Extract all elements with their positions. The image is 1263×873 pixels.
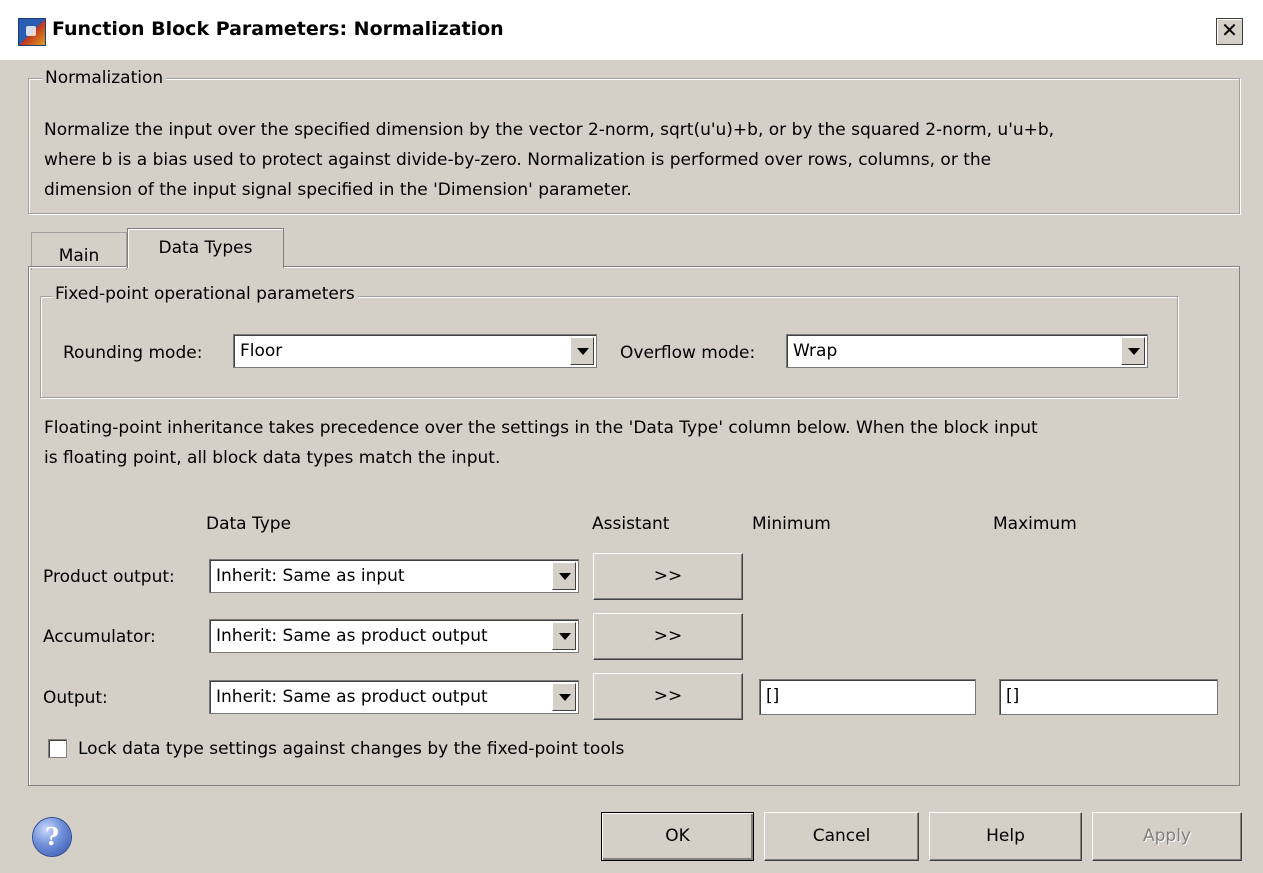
chevron-down-icon[interactable]: [552, 683, 576, 711]
header-maximum: Maximum: [993, 514, 1077, 534]
rounding-mode-select[interactable]: Floor: [233, 334, 597, 368]
assistant-button-label: >>: [653, 566, 683, 586]
tab-main-label: Main: [58, 246, 100, 266]
assistant-button-label: >>: [653, 626, 683, 646]
chevron-down-icon[interactable]: [1121, 337, 1145, 365]
assistant-button-label: >>: [653, 686, 683, 706]
overflow-mode-label: Overflow mode:: [620, 343, 756, 363]
overflow-mode-select[interactable]: Wrap: [786, 334, 1148, 368]
output-maximum-input[interactable]: []: [999, 679, 1218, 715]
rounding-mode-label: Rounding mode:: [63, 343, 203, 363]
inheritance-note: Floating-point inheritance takes precede…: [44, 413, 1224, 473]
inheritance-note-line: is floating point, all block data types …: [44, 448, 501, 468]
apply-button[interactable]: Apply: [1092, 812, 1242, 861]
output-maximum-value: []: [1006, 686, 1020, 706]
description-line: dimension of the input signal specified …: [44, 180, 632, 200]
cancel-button[interactable]: Cancel: [764, 812, 919, 861]
close-button[interactable]: ✕: [1216, 18, 1243, 45]
row-label-product-output: Product output:: [43, 567, 175, 587]
accumulator-data-type-select[interactable]: Inherit: Same as product output: [209, 619, 579, 653]
lock-data-type-label[interactable]: Lock data type settings against changes …: [78, 739, 624, 759]
accumulator-data-type-value: Inherit: Same as product output: [216, 626, 488, 646]
product-output-data-type-value: Inherit: Same as input: [216, 566, 405, 586]
help-button[interactable]: Help: [929, 812, 1082, 861]
help-button-label: Help: [986, 826, 1025, 846]
simulink-block-icon: [18, 18, 46, 46]
description-line: where b is a bias used to protect agains…: [44, 150, 992, 170]
product-output-assistant-button[interactable]: >>: [593, 553, 743, 600]
title-bar: Function Block Parameters: Normalization…: [0, 0, 1263, 60]
apply-button-label: Apply: [1143, 826, 1191, 846]
output-assistant-button[interactable]: >>: [593, 673, 743, 720]
window-title: Function Block Parameters: Normalization: [52, 18, 504, 40]
header-assistant: Assistant: [592, 514, 670, 534]
tab-main[interactable]: Main: [31, 232, 127, 270]
close-icon: ✕: [1221, 18, 1238, 42]
inheritance-note-line: Floating-point inheritance takes precede…: [44, 418, 1038, 438]
header-data-type: Data Type: [206, 514, 292, 534]
fixed-point-legend: Fixed-point operational parameters: [52, 284, 358, 304]
chevron-down-icon[interactable]: [570, 337, 594, 365]
description-line: Normalize the input over the specified d…: [44, 120, 1055, 140]
row-label-accumulator: Accumulator:: [43, 627, 156, 647]
overflow-mode-value: Wrap: [793, 341, 838, 361]
row-label-output: Output:: [43, 688, 108, 708]
output-data-type-value: Inherit: Same as product output: [216, 687, 488, 707]
ok-button[interactable]: OK: [601, 812, 754, 861]
lock-data-type-checkbox[interactable]: [48, 739, 67, 758]
rounding-mode-value: Floor: [240, 341, 283, 361]
product-output-data-type-select[interactable]: Inherit: Same as input: [209, 559, 579, 593]
header-minimum: Minimum: [752, 514, 831, 534]
description-text: Normalize the input over the specified d…: [44, 115, 1234, 205]
description-legend: Normalization: [42, 68, 167, 88]
chevron-down-icon[interactable]: [552, 562, 576, 590]
output-data-type-select[interactable]: Inherit: Same as product output: [209, 680, 579, 714]
output-minimum-input[interactable]: []: [759, 679, 976, 715]
accumulator-assistant-button[interactable]: >>: [593, 613, 743, 660]
tab-data-types[interactable]: Data Types: [127, 228, 284, 268]
question-mark-glyph: ?: [44, 822, 60, 851]
output-minimum-value: []: [766, 686, 780, 706]
chevron-down-icon[interactable]: [552, 622, 576, 650]
ok-button-label: OK: [665, 826, 690, 846]
cancel-button-label: Cancel: [812, 826, 871, 846]
question-mark-icon[interactable]: ?: [33, 818, 71, 856]
tab-data-types-label: Data Types: [158, 238, 253, 258]
